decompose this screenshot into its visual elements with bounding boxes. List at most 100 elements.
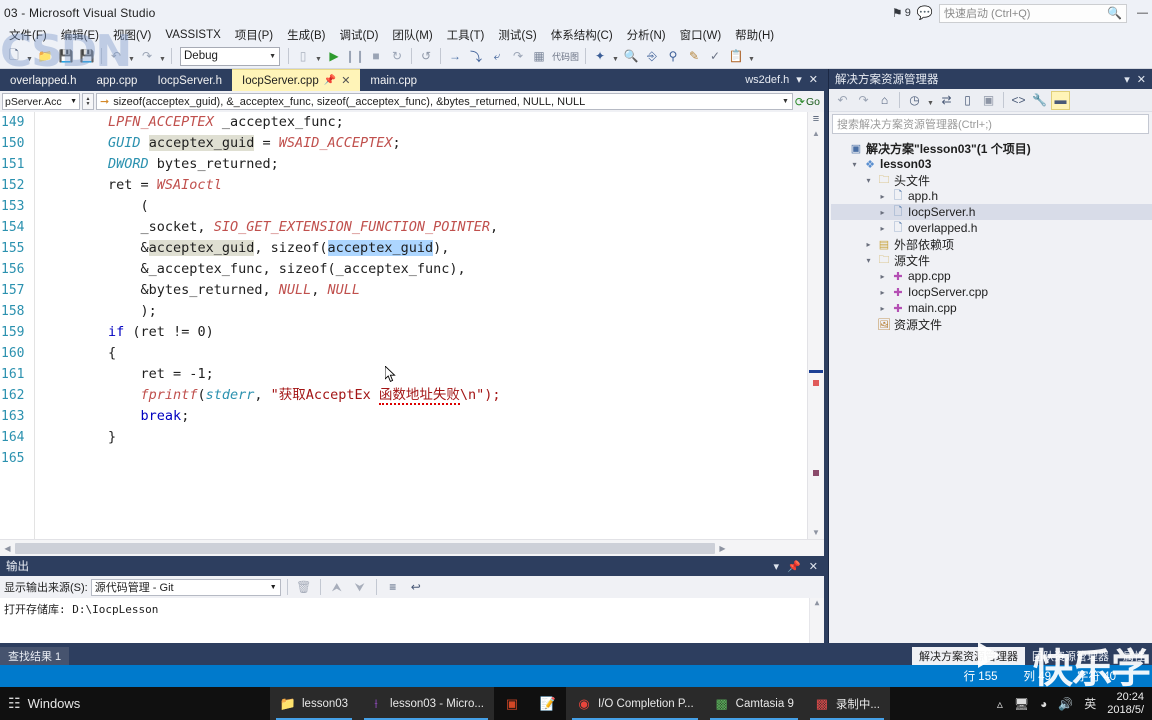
menu-edit[interactable]: 编辑(E) [54,26,106,44]
pending-changes-dropdown-icon[interactable]: ▼ [926,90,935,111]
monitor-icon[interactable]: 🖥 [1014,697,1029,711]
scroll-left-icon[interactable]: ◀ [0,544,15,553]
new-project-dropdown-icon[interactable]: ▼ [25,46,34,67]
find-reference-icon[interactable]: 🔍 [621,46,641,67]
menu-view[interactable]: 视图(V) [106,26,158,44]
tab-find-results[interactable]: 查找结果 1 [0,647,70,665]
restart-icon[interactable]: ↻ [387,46,407,67]
pin-icon[interactable]: 📌 [324,75,336,86]
undo-icon[interactable]: ↶ [106,46,126,67]
minimize-button[interactable]: — [1137,7,1148,19]
code-editor[interactable]: 149 LPFN_ACCEPTEX _acceptex_func; 150 GUI… [0,112,824,556]
output-source-combo[interactable]: 源代码管理 - Git ▼ [90,578,281,596]
code-text-area[interactable]: 149 LPFN_ACCEPTEX _acceptex_func; 150 GUI… [0,112,807,539]
expander-expanded-icon[interactable]: ▾ [863,176,874,185]
tree-node-IocpServer.cpp[interactable]: ▸ ✚ IocpServer.cpp [831,284,1152,300]
clear-output-icon[interactable]: 🗑 [294,577,314,598]
taskbar-item-powerpoint[interactable]: ▣ [494,687,530,720]
wifi-icon[interactable]: ◕ [1040,697,1047,711]
chevron-up-icon[interactable]: ▵ [997,697,1003,711]
menu-analyze[interactable]: 分析(N) [620,26,673,44]
taskbar-item-camtasia[interactable]: ▩ Camtasia 9 [703,687,804,720]
quick-launch-input[interactable]: 快速启动 (Ctrl+Q) 🔍 [939,3,1127,23]
scrollbar-track[interactable] [808,140,824,525]
home-icon[interactable]: ⌂ [875,91,894,110]
notifications-indicator[interactable]: ⚑ 9 [892,6,911,20]
pause-icon[interactable]: ❙❙ [345,46,365,67]
nav-spinner[interactable]: ▲ ▼ [82,93,94,110]
tab-solution-explorer[interactable]: 解决方案资源管理器 [912,647,1025,665]
toolbar-overflow-icon[interactable]: ▼ [747,46,756,67]
scroll-up-icon[interactable]: ▲ [808,126,824,140]
save-icon[interactable]: 💾 [56,46,76,67]
tree-node-[interactable]: ▾ 🗀 头文件 [831,172,1152,188]
expander-collapsed-icon[interactable]: ▸ [877,192,888,201]
rename-icon[interactable]: ✎ [684,46,704,67]
tree-node-IocpServer.h[interactable]: ▸ 🗋 IocpServer.h [831,204,1152,220]
tab-team-explorer[interactable]: 团队资源管理器 [1025,647,1116,665]
stop-icon[interactable]: ■ [366,46,386,67]
sync-icon[interactable]: ⇄ [937,91,956,110]
scroll-down-icon[interactable]: ▼ [808,525,824,539]
save-all-icon[interactable]: 💾 [77,46,97,67]
output-scrollbar[interactable]: ▲ [809,598,824,643]
hscroll-thumb[interactable] [15,542,715,554]
editor-horizontal-scrollbar[interactable]: ◀ ▶ [0,539,824,556]
panel-dropdown-icon[interactable]: ▾ [1124,73,1130,86]
expander-expanded-icon[interactable]: ▾ [863,256,874,265]
editor-vertical-scrollbar[interactable]: ≡ ▲ ▼ [807,112,824,539]
tree-node-lesson031[interactable]: ▣ 解决方案"lesson03"(1 个项目) [831,140,1152,156]
vassist-dropdown-icon[interactable]: ▼ [611,46,620,67]
menu-project[interactable]: 项目(P) [228,26,280,44]
expander-collapsed-icon[interactable]: ▸ [877,304,888,313]
menu-file[interactable]: 文件(F) [2,26,54,44]
redo-dropdown-icon[interactable]: ▼ [158,46,167,67]
volume-icon[interactable]: 🔊 [1058,697,1073,711]
tree-node-overlapped.h[interactable]: ▸ 🗋 overlapped.h [831,220,1152,236]
refresh-icon[interactable]: ↺ [416,46,436,67]
tab-dropdown-icon[interactable]: ▾ [796,73,802,86]
properties-icon[interactable]: 🔧 [1030,91,1049,110]
menu-tools[interactable]: 工具(T) [440,26,492,44]
expander-collapsed-icon[interactable]: ▸ [877,224,888,233]
tree-node-[interactable]: ▾ 🗀 源文件 [831,252,1152,268]
show-all-files-icon[interactable]: ▯ [958,91,977,110]
scroll-right-icon[interactable]: ▶ [715,544,730,553]
panel-dropdown-icon[interactable]: ▾ [774,560,780,573]
output-text[interactable]: 打开存储库: D:\IocpLesson ▲ [0,598,824,643]
go-button[interactable]: ⟳ Go [795,95,822,109]
taskbar-item-notepad[interactable]: 📝 [530,687,566,720]
tree-node-main.cpp[interactable]: ▸ ✚ main.cpp [831,300,1152,316]
go-down-icon[interactable]: ⮟ [350,577,370,598]
taskbar-item-recorder[interactable]: ▩ 录制中... [803,687,890,720]
scroll-up-icon[interactable]: ▲ [810,598,824,607]
pending-changes-icon[interactable]: ◷ [905,91,924,110]
undo-dropdown-icon[interactable]: ▼ [127,46,136,67]
tab-iocpserver-h[interactable]: IocpServer.h [147,70,232,91]
vassist-icon[interactable]: ✦ [590,46,610,67]
expander-collapsed-icon[interactable]: ▸ [877,272,888,281]
spell-check-icon[interactable]: ✓ [705,46,725,67]
paste-special-icon[interactable]: 📋 [726,46,746,67]
word-wrap-icon[interactable]: ↩ [406,577,426,598]
tab-right-label[interactable]: ws2def.h [745,74,789,86]
back-icon[interactable]: ↶ [833,91,852,110]
step-over-icon[interactable]: ⤶ [487,46,507,67]
tab-app-cpp[interactable]: app.cpp [87,70,148,91]
feedback-icon[interactable]: 💬 [917,5,933,21]
find-symbol-icon[interactable]: ⎆ [642,46,662,67]
find-symbol-dialog-icon[interactable]: ⚲ [663,46,683,67]
attach-icon[interactable]: ▯ [293,46,313,67]
go-up-icon[interactable]: ⮝ [327,577,347,598]
step-out-icon[interactable]: ↷ [508,46,528,67]
start-debug-icon[interactable]: ▶ [324,46,344,67]
step-into-icon[interactable]: ⤵ [466,46,486,67]
expander-collapsed-icon[interactable]: ▸ [863,240,874,249]
collapse-all-icon[interactable]: ▣ [979,91,998,110]
menu-window[interactable]: 窗口(W) [673,26,729,44]
panel-close-icon[interactable]: ✕ [809,560,818,573]
configuration-combo[interactable]: Debug ▼ [180,46,280,66]
solution-explorer-search-input[interactable]: 搜索解决方案资源管理器(Ctrl+;) [832,114,1149,134]
new-project-icon[interactable]: 🗋 [4,46,24,67]
expander-collapsed-icon[interactable]: ▸ [877,208,888,217]
